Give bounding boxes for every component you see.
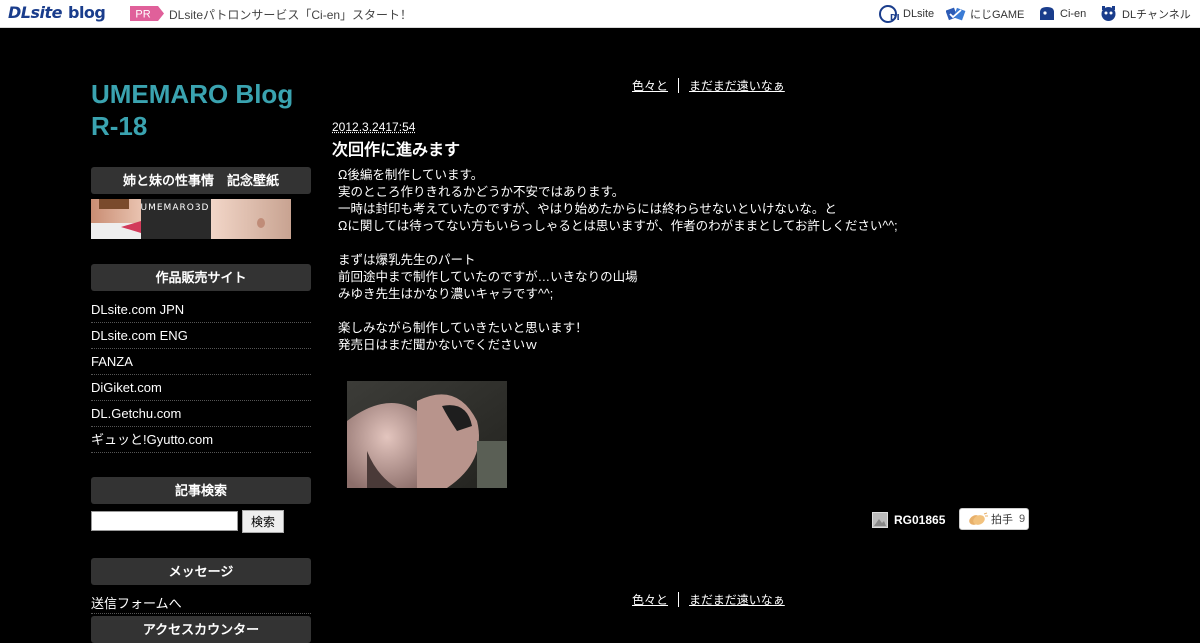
next-post-link[interactable]: まだまだ遠いなぁ	[689, 591, 785, 608]
logo-main: DLsite	[8, 3, 62, 22]
clap-hands-icon	[969, 512, 988, 525]
post-title[interactable]: 次回作に進みます	[332, 136, 460, 160]
post-pager-top: 色々と まだまだ遠いなぁ	[632, 77, 785, 93]
post-line: Ωに関しては待ってない方もいらっしゃるとは思いますが、作者のわがままとしてお許し…	[338, 219, 898, 233]
service-label: DLチャンネル	[1122, 8, 1191, 21]
blog-title-line2: R-18	[91, 111, 148, 141]
service-label: にじGAME	[970, 8, 1025, 21]
list-item: DiGiket.com	[91, 375, 311, 401]
post-line: 発売日はまだ聞かないでくださいｗ	[338, 338, 538, 352]
author-name: RG01865	[894, 512, 946, 527]
service-link-dl-channel[interactable]: DLチャンネル	[1099, 5, 1191, 22]
prev-post-link[interactable]: 色々と	[632, 591, 668, 608]
post-line: 実のところ作りきれるかどうか不安ではあります。	[338, 185, 625, 199]
message-heading: メッセージ	[91, 558, 311, 585]
clap-label: 拍手	[991, 514, 1013, 526]
prev-post-link[interactable]: 色々と	[632, 77, 668, 94]
clap-count: 9	[1019, 513, 1026, 525]
blog-title-line1: UMEMARO Blog	[91, 79, 294, 109]
list-item: DLsite.com JPN	[91, 297, 311, 323]
post-image[interactable]	[347, 381, 507, 488]
dlsite-icon: DL	[879, 4, 899, 23]
post-line: みゆき先生はかなり濃いキャラです^^;	[338, 287, 554, 301]
search-input[interactable]	[91, 511, 238, 531]
service-link-dlsite[interactable]: DL DLsite	[879, 4, 935, 23]
dl-channel-icon	[1101, 6, 1116, 21]
pr-label: PR	[135, 9, 150, 21]
post-line: 一時は封印も考えていたのですが、やはり始めたからには終わらせないといけないな。と	[338, 202, 837, 216]
post-line: 楽しみながら制作していきたいと思います！	[338, 321, 588, 335]
service-link-ci-en[interactable]: Ci-en	[1038, 5, 1086, 22]
message-form-link[interactable]: 送信フォームへ	[91, 595, 311, 614]
top-bar: DLsite blog PR DLsiteパトロンサービス「Ci-en」スタート！…	[0, 0, 1200, 28]
wallpaper-banner-image[interactable]: UMEMARO3D	[91, 199, 291, 239]
post-line: 前回途中まで制作していたのですが…いきなりの山場	[338, 270, 638, 284]
shop-link-digiket[interactable]: DiGiket.com	[91, 380, 162, 395]
search-button[interactable]: 検索	[242, 510, 284, 533]
list-item: DLsite.com ENG	[91, 323, 311, 349]
post-author[interactable]: RG01865	[872, 511, 945, 528]
shop-link-fanza[interactable]: FANZA	[91, 354, 133, 369]
wallpaper-heading: 姉と妹の性事情 記念壁紙	[91, 167, 311, 194]
clap-button[interactable]: 拍手 9	[959, 508, 1029, 530]
author-avatar-icon	[872, 511, 888, 528]
shop-link-dlsite-eng[interactable]: DLsite.com ENG	[91, 328, 188, 343]
post-line: Ω後編を制作しています。	[338, 168, 484, 182]
logo-sub: blog	[67, 3, 106, 22]
ci-en-icon	[1040, 6, 1054, 20]
list-item: FANZA	[91, 349, 311, 375]
pr-badge: PR	[130, 6, 164, 21]
svg-text:DL: DL	[890, 13, 899, 22]
post-date[interactable]: 2012.3.2417:54	[332, 120, 415, 134]
post-body: Ω後編を制作しています。 実のところ作りきれるかどうか不安ではあります。 一時は…	[338, 167, 1038, 354]
pr-announcement-link[interactable]: DLsiteパトロンサービス「Ci-en」スタート！	[169, 6, 412, 23]
shop-link-getchu[interactable]: DL.Getchu.com	[91, 406, 181, 421]
pager-divider	[678, 77, 680, 93]
shop-list: DLsite.com JPN DLsite.com ENG FANZA DiGi…	[91, 297, 311, 453]
dlsite-blog-logo[interactable]: DLsite blog	[8, 3, 106, 23]
pager-divider	[678, 591, 680, 607]
shops-heading: 作品販売サイト	[91, 264, 311, 291]
shop-link-dlsite-jpn[interactable]: DLsite.com JPN	[91, 302, 184, 317]
banner-text: UMEMARO3D	[141, 203, 210, 213]
blog-title[interactable]: UMEMARO Blog R-18	[91, 78, 321, 142]
nijigame-icon	[946, 7, 966, 20]
service-label: Ci-en	[1060, 7, 1087, 20]
service-link-nijigame[interactable]: にじGAME	[946, 5, 1024, 22]
post-line-blank	[338, 303, 1038, 320]
shop-link-gyutto[interactable]: ギュッと!Gyutto.com	[91, 432, 213, 447]
post-line: まずは爆乳先生のパート	[338, 253, 476, 267]
search-heading: 記事検索	[91, 477, 311, 504]
post-pager-bottom: 色々と まだまだ遠いなぁ	[632, 591, 785, 607]
service-label: DLsite	[903, 7, 935, 20]
next-post-link[interactable]: まだまだ遠いなぁ	[689, 77, 785, 94]
post-line-blank	[338, 235, 1038, 252]
list-item: ギュッと!Gyutto.com	[91, 427, 311, 453]
list-item: DL.Getchu.com	[91, 401, 311, 427]
